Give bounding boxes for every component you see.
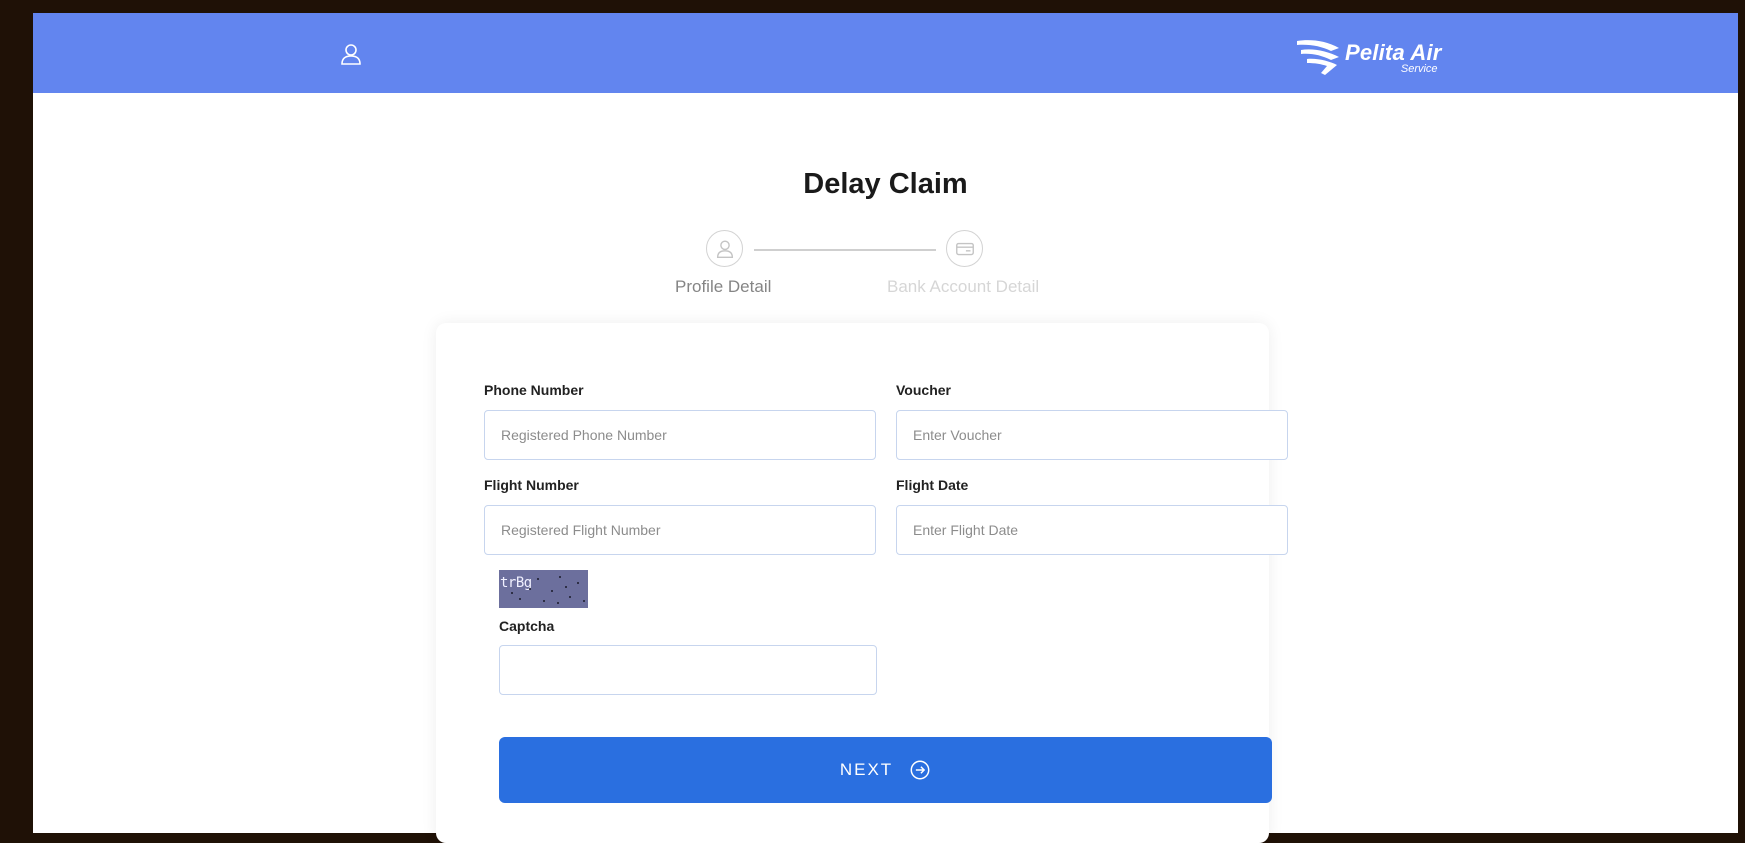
captcha-label: Captcha bbox=[499, 618, 555, 634]
brand-wordmark: Pelita Air Service bbox=[1345, 37, 1442, 75]
captcha-noise bbox=[543, 600, 545, 602]
captcha-noise bbox=[529, 588, 531, 590]
captcha-image: trBg bbox=[499, 570, 588, 608]
captcha-code: trBg bbox=[500, 575, 532, 591]
captcha-noise bbox=[559, 576, 561, 578]
voucher-label: Voucher bbox=[896, 382, 951, 398]
step-label-profile-detail: Profile Detail bbox=[675, 277, 772, 296]
flight-date-label: Flight Date bbox=[896, 477, 969, 493]
user-icon bbox=[716, 240, 733, 258]
user-icon[interactable] bbox=[339, 42, 363, 66]
flight-date-input[interactable] bbox=[896, 505, 1288, 555]
page-title: Delay Claim bbox=[803, 168, 968, 200]
captcha-noise bbox=[519, 598, 521, 600]
credit-card-icon bbox=[955, 242, 974, 255]
next-button[interactable]: NEXT bbox=[499, 737, 1272, 803]
captcha-noise bbox=[577, 582, 579, 584]
step-bank-account-detail[interactable] bbox=[946, 230, 983, 267]
top-nav-bar: Pelita Air Service bbox=[33, 13, 1738, 93]
captcha-input[interactable] bbox=[499, 645, 877, 695]
brand-subtitle: Service bbox=[1400, 63, 1438, 75]
phone-number-label: Phone Number bbox=[484, 382, 584, 398]
next-button-label: NEXT bbox=[839, 760, 894, 779]
flight-number-label: Flight Number bbox=[484, 477, 579, 493]
phone-number-input[interactable] bbox=[484, 410, 876, 460]
brand-name: Pelita Air bbox=[1345, 40, 1442, 65]
captcha-noise bbox=[583, 600, 585, 602]
brand-logo[interactable]: Pelita Air Service bbox=[1295, 37, 1455, 81]
captcha-noise bbox=[569, 596, 571, 598]
step-profile-detail[interactable] bbox=[706, 230, 743, 267]
captcha-noise bbox=[537, 578, 539, 580]
captcha-noise bbox=[511, 592, 513, 594]
voucher-input[interactable] bbox=[896, 410, 1288, 460]
step-label-bank-account-detail: Bank Account Detail bbox=[887, 277, 1040, 296]
captcha-noise bbox=[557, 602, 559, 604]
captcha-noise bbox=[565, 586, 567, 588]
flight-number-input[interactable] bbox=[484, 505, 876, 555]
captcha-noise bbox=[551, 590, 553, 592]
stepper-connector bbox=[754, 249, 936, 251]
pelita-air-logo-icon bbox=[1297, 40, 1339, 75]
arrow-right-circle-icon bbox=[910, 760, 930, 780]
